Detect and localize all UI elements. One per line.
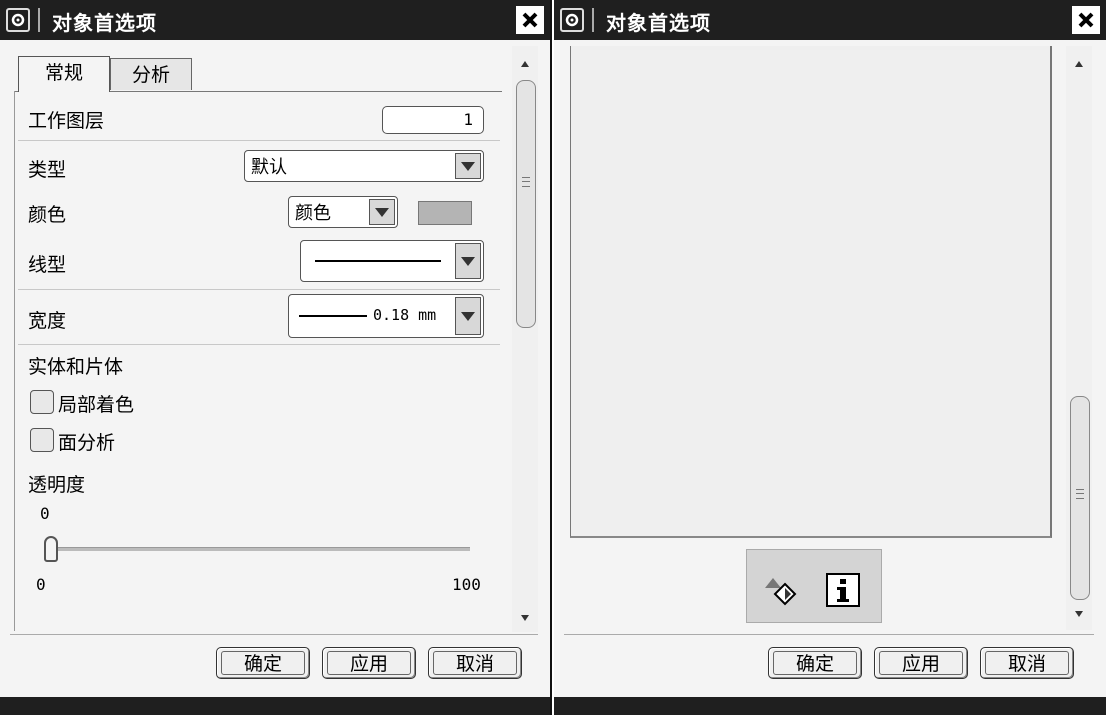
color-swatch[interactable] [418, 201, 472, 225]
object-preferences-dialog-left: 对象首选项 常规 分析 工作图层 1 类型 默认 颜色 颜色 线型 宽度 0.1… [0, 0, 552, 715]
footer-divider [564, 634, 1094, 635]
chevron-down-icon[interactable] [369, 199, 395, 225]
close-button[interactable] [516, 6, 544, 34]
work-layer-label: 工作图层 [28, 110, 105, 132]
divider [18, 140, 500, 141]
width-value: 0.18 mm [373, 306, 437, 324]
grip-icon [522, 177, 530, 187]
cancel-button[interactable]: 取消 [428, 647, 522, 679]
ok-button[interactable]: 确定 [768, 647, 862, 679]
apply-button[interactable]: 应用 [874, 647, 968, 679]
scroll-down-arrow-icon[interactable] [1066, 602, 1092, 626]
dialog-title: 对象首选项 [606, 11, 711, 35]
solids-section-label: 实体和片体 [28, 356, 124, 378]
cancel-button-label: 取消 [433, 651, 517, 675]
divider [18, 289, 500, 290]
gear-icon[interactable] [6, 8, 30, 32]
type-label: 类型 [28, 159, 67, 181]
work-layer-input[interactable]: 1 [382, 106, 484, 134]
footer-divider [10, 634, 538, 635]
close-icon [1078, 12, 1094, 28]
vertical-scrollbar[interactable] [1066, 46, 1092, 630]
panel-border [14, 91, 15, 631]
chevron-down-icon[interactable] [455, 243, 481, 279]
partial-shading-checkbox[interactable] [30, 390, 54, 414]
transparency-slider-track[interactable] [50, 547, 470, 551]
apply-button[interactable]: 应用 [322, 647, 416, 679]
apply-button-label: 应用 [879, 651, 963, 675]
inherit-icon[interactable] [761, 570, 801, 610]
transparency-slider-thumb[interactable] [44, 536, 58, 562]
color-dropdown[interactable]: 颜色 [288, 196, 398, 228]
info-icon[interactable] [823, 570, 863, 610]
content-panel [570, 46, 1052, 538]
chevron-down-icon[interactable] [455, 153, 481, 179]
color-label: 颜色 [28, 204, 67, 226]
scrollbar-thumb[interactable] [516, 80, 536, 328]
bottom-bar [0, 697, 550, 715]
tool-icon-group [746, 549, 882, 623]
title-separator [38, 8, 40, 32]
line-type-dropdown[interactable] [300, 240, 484, 282]
cancel-button[interactable]: 取消 [980, 647, 1074, 679]
scroll-up-arrow-icon[interactable] [1066, 52, 1092, 76]
transparency-value: 0 [40, 504, 50, 523]
apply-button-label: 应用 [327, 651, 411, 675]
scroll-down-arrow-icon[interactable] [512, 606, 538, 630]
title-bar: 对象首选项 [0, 0, 550, 40]
line-sample [299, 315, 367, 317]
type-dropdown[interactable]: 默认 [244, 150, 484, 182]
line-sample [315, 260, 441, 262]
transparency-label: 透明度 [28, 474, 86, 496]
face-analysis-checkbox[interactable] [30, 428, 54, 452]
ok-button-label: 确定 [221, 651, 305, 675]
cancel-button-label: 取消 [985, 651, 1069, 675]
ok-button[interactable]: 确定 [216, 647, 310, 679]
close-icon [522, 12, 538, 28]
bottom-bar [554, 697, 1106, 715]
vertical-scrollbar[interactable] [512, 46, 538, 632]
scrollbar-thumb[interactable] [1070, 396, 1090, 600]
gear-icon[interactable] [560, 8, 584, 32]
transparency-min: 0 [36, 575, 46, 594]
line-type-label: 线型 [28, 254, 67, 276]
scroll-up-arrow-icon[interactable] [512, 52, 538, 76]
chevron-down-icon[interactable] [455, 297, 481, 335]
width-dropdown[interactable]: 0.18 mm [288, 294, 484, 338]
width-label: 宽度 [28, 310, 67, 332]
close-button[interactable] [1072, 6, 1100, 34]
title-bar: 对象首选项 [554, 0, 1106, 40]
tab-analysis[interactable]: 分析 [110, 58, 192, 90]
divider [18, 344, 500, 345]
ok-button-label: 确定 [773, 651, 857, 675]
transparency-max: 100 [452, 575, 481, 594]
tab-general[interactable]: 常规 [18, 56, 110, 92]
grip-icon [1076, 489, 1084, 499]
type-value: 默认 [251, 157, 287, 178]
dialog-title: 对象首选项 [52, 11, 157, 35]
face-analysis-label[interactable]: 面分析 [58, 428, 115, 455]
color-value: 颜色 [295, 203, 331, 224]
title-separator [592, 8, 594, 32]
partial-shading-label[interactable]: 局部着色 [58, 390, 134, 417]
object-preferences-dialog-right: 对象首选项 确定 应用 取消 [554, 0, 1106, 715]
